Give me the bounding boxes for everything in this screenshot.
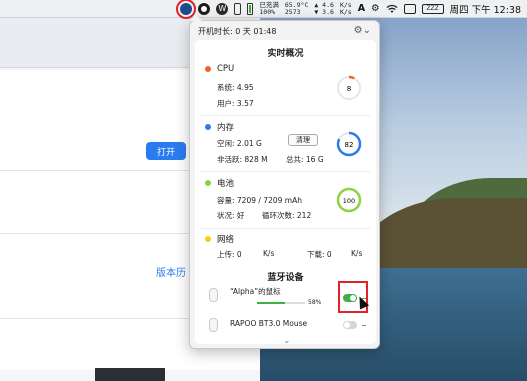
wordpress-icon[interactable]: W xyxy=(216,2,229,15)
memory-gauge-value: 82 xyxy=(345,141,354,149)
download-rate-text: ▼ 3.6 xyxy=(314,7,334,16)
network-units: K/s K/s xyxy=(339,1,352,16)
download-unit-text: K/s xyxy=(339,7,352,16)
monitor-app-icon[interactable] xyxy=(176,0,197,19)
network-download: 下载: 0 xyxy=(307,250,332,259)
record-icon[interactable] xyxy=(198,2,211,15)
fan-rpm-text: 2573 xyxy=(284,7,301,16)
cpu-gauge-value: 8 xyxy=(347,85,351,93)
memory-free: 空闲: 2.01 G xyxy=(217,139,262,148)
mouse-icon xyxy=(209,288,218,302)
divider xyxy=(201,115,370,116)
realtime-title: 实时概况 xyxy=(267,49,304,59)
network-upload: 上传: 0 xyxy=(217,250,242,259)
battery-capacity: 容量: 7209 / 7209 mAh xyxy=(217,196,302,205)
bt-device-toggle[interactable] xyxy=(343,321,357,329)
menu-clock[interactable]: 周四 下午 12:38 xyxy=(450,2,521,16)
gear-menu-icon[interactable]: ⚙ xyxy=(371,3,380,14)
battery-cycles: 循环次数: 212 xyxy=(262,211,312,220)
open-button[interactable]: 打开 xyxy=(146,142,186,160)
cpu-system: 系统: 4.95 xyxy=(217,83,254,92)
network-title: 网络 xyxy=(217,235,235,245)
control-center-icon[interactable] xyxy=(403,3,416,14)
memory-total: 总共: 16 G xyxy=(286,155,324,164)
clean-memory-button[interactable]: 清理 xyxy=(288,134,318,146)
network-upload-unit: K/s xyxy=(263,249,275,258)
bt-device-battery-fill xyxy=(257,302,285,304)
charge-percent-text: 100% xyxy=(259,7,276,16)
memory-title: 内存 xyxy=(217,123,235,133)
version-history-link[interactable]: 版本历 xyxy=(156,264,186,279)
settings-gear-icon[interactable]: ⚙⌄ xyxy=(354,25,371,36)
memory-inactive: 非活跃: 828 M xyxy=(217,155,268,164)
bt-device-name: “Alpha”的鼠标 xyxy=(230,287,281,296)
temperature-readout: 65.9°C 2573 xyxy=(284,1,308,16)
charge-status: 已充满 100% xyxy=(259,1,279,16)
memory-gauge: 82 xyxy=(336,131,362,157)
menu-bar: W 已充满 100% 65.9°C 2573 ▲ 4.6 ▼ 3.6 K/s K… xyxy=(0,0,527,19)
battery-dot xyxy=(205,180,211,186)
chevron-down-icon[interactable]: ⌄ xyxy=(283,336,291,346)
bt-device-battery: 58% xyxy=(308,299,322,306)
status-dash xyxy=(362,325,366,326)
cpu-user: 用户: 3.57 xyxy=(217,99,254,108)
battery-level-icon xyxy=(247,2,254,15)
battery-icon[interactable]: ZZZ xyxy=(421,3,444,14)
network-rate: ▲ 4.6 ▼ 3.6 xyxy=(314,1,334,16)
bt-device-battery-bar xyxy=(257,302,305,304)
system-monitor-popover: 开机时长: 0 天 01:48 ⚙⌄ 实时概况 CPU 系统: 4.95 用户:… xyxy=(189,15,380,349)
realtime-panel: 实时概况 CPU 系统: 4.95 用户: 3.57 8 内存 空闲: 2.01… xyxy=(195,40,376,277)
divider xyxy=(201,171,370,172)
battery-status: 状况: 好 xyxy=(217,211,245,220)
phone-icon[interactable] xyxy=(234,2,242,15)
cpu-gauge: 8 xyxy=(336,75,362,101)
divider xyxy=(201,228,370,229)
network-download-unit: K/s xyxy=(351,249,363,258)
text-input-icon[interactable]: A xyxy=(358,3,365,14)
dock-thumbnail[interactable] xyxy=(95,368,165,381)
network-dot xyxy=(205,236,211,242)
battery-title: 电池 xyxy=(217,179,235,189)
wifi-icon[interactable] xyxy=(386,4,398,14)
bt-device-name: RAPOO BT3.0 Mouse xyxy=(230,319,308,328)
cpu-title: CPU xyxy=(217,64,235,74)
mouse-icon xyxy=(209,318,218,332)
uptime-label: 开机时长: 0 天 01:48 xyxy=(198,27,277,36)
memory-dot xyxy=(205,124,211,130)
cpu-dot xyxy=(205,66,211,72)
bluetooth-panel: 蓝牙设备 “Alpha”的鼠标 58% RAPOO BT3.0 Mouse xyxy=(195,264,376,344)
battery-gauge: 100 xyxy=(336,187,362,213)
battery-gauge-value: 100 xyxy=(343,197,355,205)
